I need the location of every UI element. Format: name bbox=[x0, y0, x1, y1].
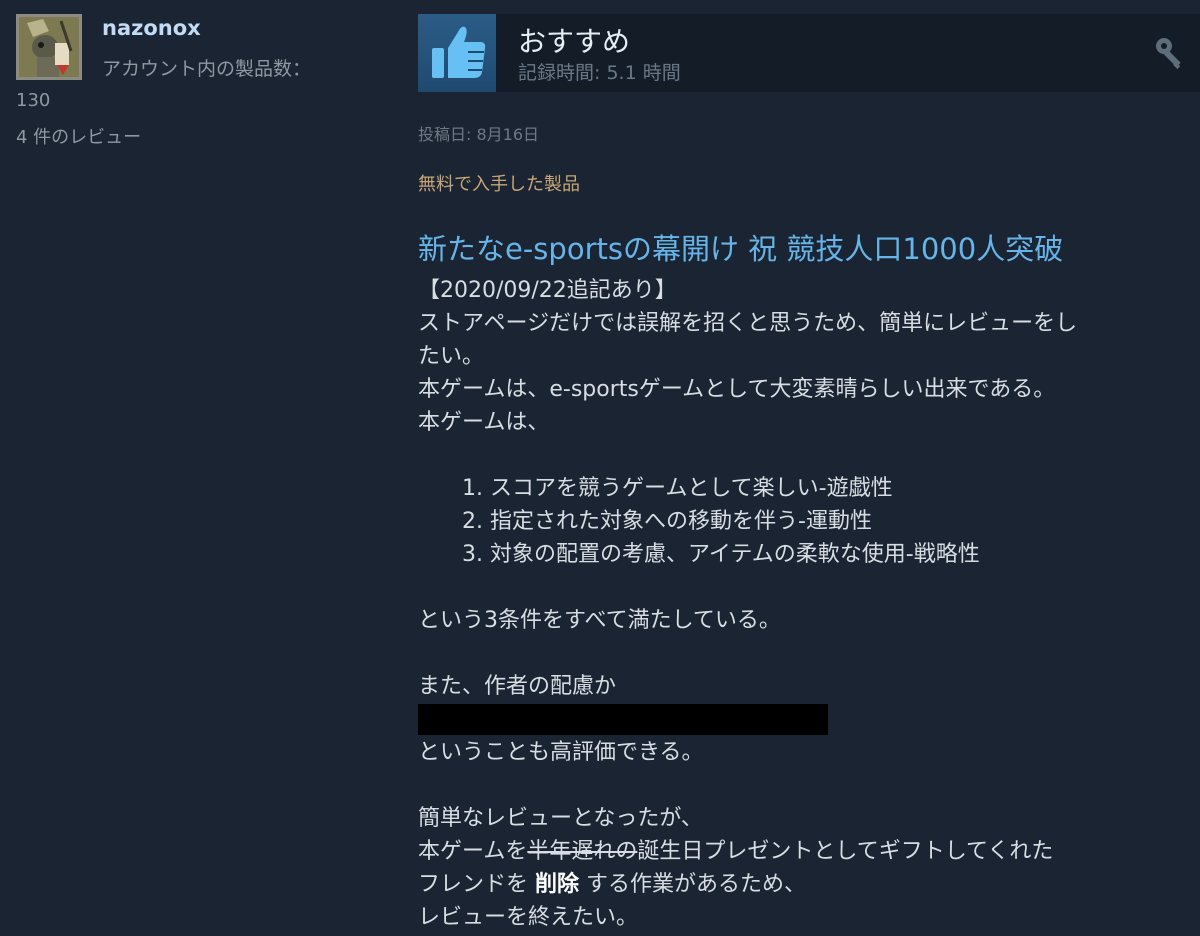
products-count[interactable]: 130 bbox=[16, 90, 50, 111]
body-line: という3条件をすべて満たしている。 bbox=[418, 608, 781, 633]
bold-text: 削除 bbox=[535, 872, 580, 897]
friend-suffix: する作業があるため、 bbox=[579, 872, 807, 897]
gift-suffix: 誕生日プレゼントとしてギフトしてくれた bbox=[637, 839, 1054, 864]
review-body: 【2020/09/22追記あり】 ストアページだけでは誤解を招くと思うため、簡単… bbox=[418, 274, 1188, 934]
body-line: また、作者の配慮か bbox=[418, 674, 617, 699]
gift-line: 本ゲームを半年遅れの誕生日プレゼントとしてギフトしてくれた bbox=[418, 835, 1188, 868]
body-line: たい。 bbox=[418, 344, 485, 369]
body-line: レビューを終えたい。 bbox=[418, 905, 639, 930]
thumbs-up-icon bbox=[418, 14, 496, 92]
free-product-tag: 無料で入手した製品 bbox=[418, 174, 580, 195]
spoiler-block[interactable] bbox=[418, 704, 828, 735]
gift-prefix: 本ゲームを bbox=[418, 839, 528, 864]
list-item: 対象の配置の考慮、アイテムの柔軟な使用-戦略性 bbox=[490, 538, 1188, 571]
body-line: ということも高評価できる。 bbox=[418, 740, 704, 765]
products-label: アカウント内の製品数： bbox=[102, 58, 312, 80]
list-item: スコアを競うゲームとして楽しい-遊戯性 bbox=[490, 472, 1188, 505]
body-line: ストアページだけでは誤解を招くと思うため、簡単にレビューをし bbox=[418, 311, 1078, 336]
body-line: 本ゲームは、e-sportsゲームとして大変素晴らしい出来である。 bbox=[418, 377, 1056, 402]
body-line: 簡単なレビューとなったが、 bbox=[418, 806, 703, 831]
vote-header[interactable]: おすすめ 記録時間: 5.1 時間 bbox=[418, 14, 1200, 92]
avatar[interactable] bbox=[16, 14, 82, 80]
playtime: 記録時間: 5.1 時間 bbox=[518, 62, 681, 84]
recommendation-label[interactable]: おすすめ bbox=[518, 20, 630, 60]
review-count-link[interactable]: 4 件のレビュー bbox=[16, 123, 141, 149]
friend-prefix: フレンドを bbox=[418, 872, 535, 897]
key-icon bbox=[1154, 36, 1188, 74]
update-note: 【2020/09/22追記あり】 bbox=[418, 278, 677, 303]
list-item: 指定された対象への移動を伴う-運動性 bbox=[490, 505, 1188, 538]
criteria-list: スコアを競うゲームとして楽しい-遊戯性 指定された対象への移動を伴う-運動性 対… bbox=[418, 472, 1188, 571]
posted-date: 投稿日: 8月16日 bbox=[418, 125, 540, 144]
reviewer-name[interactable]: nazonox bbox=[102, 16, 201, 40]
body-line: 本ゲームは、 bbox=[418, 410, 550, 435]
review-page: nazonox アカウント内の製品数： 130 4 件のレビュー おすすめ 記録… bbox=[0, 0, 1200, 936]
strikethrough-text: 半年遅れの bbox=[527, 839, 638, 864]
review-title: 新たなe-sportsの幕開け 祝 競技人口1000人突破 bbox=[418, 232, 1064, 266]
friend-line: フレンドを 削除 する作業があるため、 bbox=[418, 868, 1188, 901]
